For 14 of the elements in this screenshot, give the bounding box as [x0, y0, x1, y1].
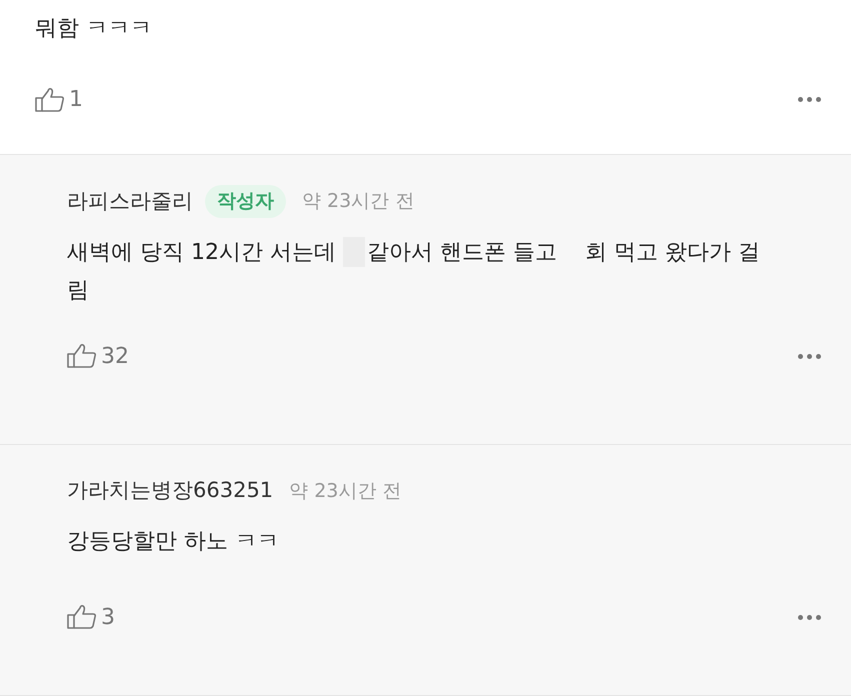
like-button[interactable]: 1: [35, 83, 83, 116]
comment-text: 뭐함 ㅋㅋㅋ: [35, 15, 153, 43]
timestamp: 약 23시간 전: [289, 478, 402, 504]
author-name[interactable]: 라피스라줄리: [67, 186, 193, 217]
thumbs-up-icon: [67, 604, 97, 630]
author-badge: 작성자: [205, 185, 286, 218]
reply-text: 강등당할만 하노 ㅋㅋ: [67, 528, 280, 556]
thumbs-up-icon: [67, 343, 97, 369]
like-button[interactable]: 3: [67, 600, 115, 634]
timestamp: 약 23시간 전: [302, 189, 414, 214]
thumbs-up-icon: [35, 86, 65, 112]
reply-text: 새벽에 당직 12시간 서는데 같아서 핸드폰 들고 회 먹고 왔다가 걸림: [67, 234, 767, 310]
like-button[interactable]: 32: [67, 340, 129, 372]
author-name[interactable]: 가라치는병장663251: [67, 475, 274, 506]
